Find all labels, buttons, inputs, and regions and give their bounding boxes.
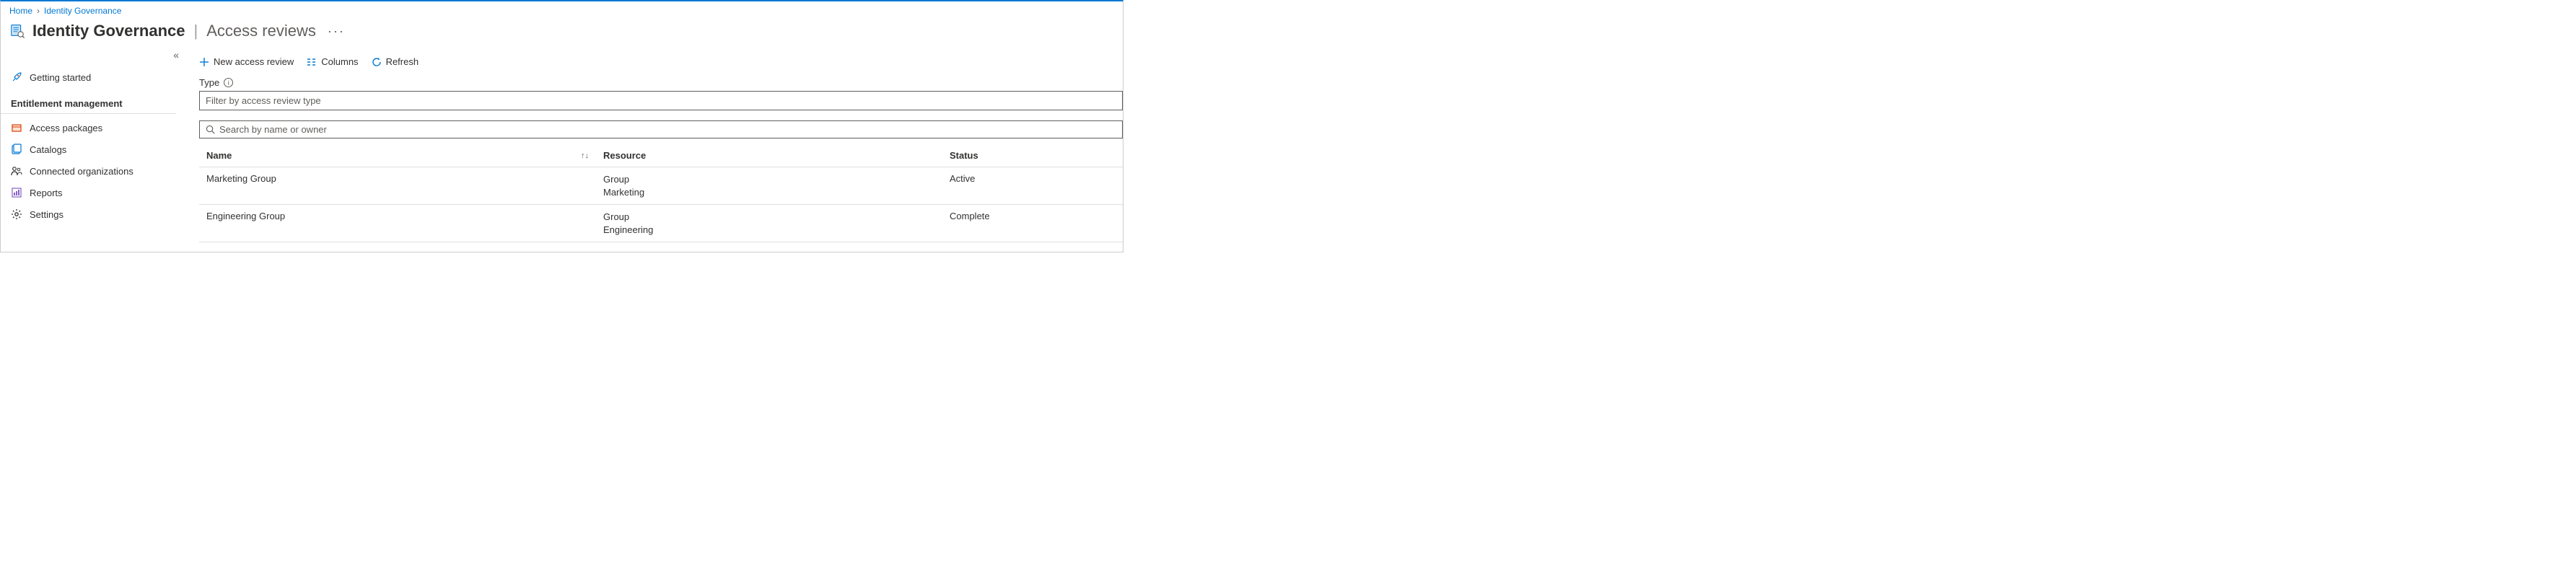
table-row[interactable]: Marketing Group Group Marketing Active <box>199 167 1123 205</box>
cell-status: Active <box>950 173 1123 198</box>
reports-icon <box>11 187 22 198</box>
plus-icon <box>199 57 209 67</box>
more-menu-icon[interactable]: ··· <box>328 24 345 39</box>
breadcrumb-current[interactable]: Identity Governance <box>44 6 121 16</box>
columns-icon <box>307 57 317 67</box>
search-icon <box>206 125 215 134</box>
toolbar-label: New access review <box>214 56 294 67</box>
breadcrumb: Home › Identity Governance <box>1 1 1123 19</box>
columns-button[interactable]: Columns <box>307 56 358 67</box>
access-reviews-table: Name ↑↓ Resource Status Marketing Group … <box>199 144 1123 242</box>
table-header: Name ↑↓ Resource Status <box>199 144 1123 167</box>
sidebar-item-label: Catalogs <box>30 144 66 155</box>
rocket-icon <box>11 71 22 83</box>
sidebar-item-label: Reports <box>30 188 63 198</box>
sidebar-item-reports[interactable]: Reports <box>1 182 185 203</box>
search-box[interactable] <box>199 120 1123 138</box>
sidebar-item-catalogs[interactable]: Catalogs <box>1 138 185 160</box>
cell-name: Engineering Group <box>199 211 603 236</box>
sort-icon[interactable]: ↑↓ <box>581 151 589 160</box>
column-header-status[interactable]: Status <box>950 150 1123 161</box>
toolbar-label: Columns <box>321 56 358 67</box>
page-subtitle: Access reviews <box>206 22 316 40</box>
gear-icon <box>11 208 22 220</box>
main-content: New access review Columns Refresh Type i <box>185 49 1123 242</box>
new-access-review-button[interactable]: New access review <box>199 56 294 67</box>
refresh-icon <box>372 57 382 67</box>
sidebar-item-access-packages[interactable]: Access packages <box>1 117 185 138</box>
sidebar-item-label: Getting started <box>30 72 91 83</box>
info-icon[interactable]: i <box>224 78 233 87</box>
toolbar: New access review Columns Refresh <box>199 49 1123 77</box>
column-header-resource[interactable]: Resource <box>603 150 950 161</box>
cell-status: Complete <box>950 211 1123 236</box>
toolbar-label: Refresh <box>386 56 419 67</box>
refresh-button[interactable]: Refresh <box>372 56 419 67</box>
package-icon <box>11 122 22 133</box>
chevron-right-icon: › <box>37 6 40 16</box>
identity-governance-icon <box>9 22 25 40</box>
sidebar-item-connected-organizations[interactable]: Connected organizations <box>1 160 185 182</box>
sidebar-section-entitlement: Entitlement management <box>1 88 176 114</box>
search-input[interactable] <box>215 124 1116 135</box>
title-divider: | <box>194 22 198 40</box>
page-header: Identity Governance | Access reviews ··· <box>1 19 1123 49</box>
catalog-icon <box>11 144 22 155</box>
sidebar: « Getting started Entitlement management… <box>1 49 185 242</box>
table-row[interactable]: Engineering Group Group Engineering Comp… <box>199 205 1123 242</box>
collapse-sidebar-icon[interactable]: « <box>173 49 179 61</box>
sidebar-item-getting-started[interactable]: Getting started <box>1 66 185 88</box>
cell-name: Marketing Group <box>199 173 603 198</box>
people-icon <box>11 165 22 177</box>
cell-resource: Group Marketing <box>603 173 950 198</box>
cell-resource: Group Engineering <box>603 211 950 236</box>
column-header-name[interactable]: Name ↑↓ <box>199 150 603 161</box>
breadcrumb-home[interactable]: Home <box>9 6 32 16</box>
sidebar-item-label: Settings <box>30 209 63 220</box>
type-field-label: Type i <box>199 77 1123 88</box>
sidebar-item-label: Connected organizations <box>30 166 133 177</box>
sidebar-item-settings[interactable]: Settings <box>1 203 185 225</box>
type-filter-input[interactable] <box>199 91 1123 110</box>
page-title: Identity Governance <box>32 22 185 40</box>
sidebar-item-label: Access packages <box>30 123 102 133</box>
